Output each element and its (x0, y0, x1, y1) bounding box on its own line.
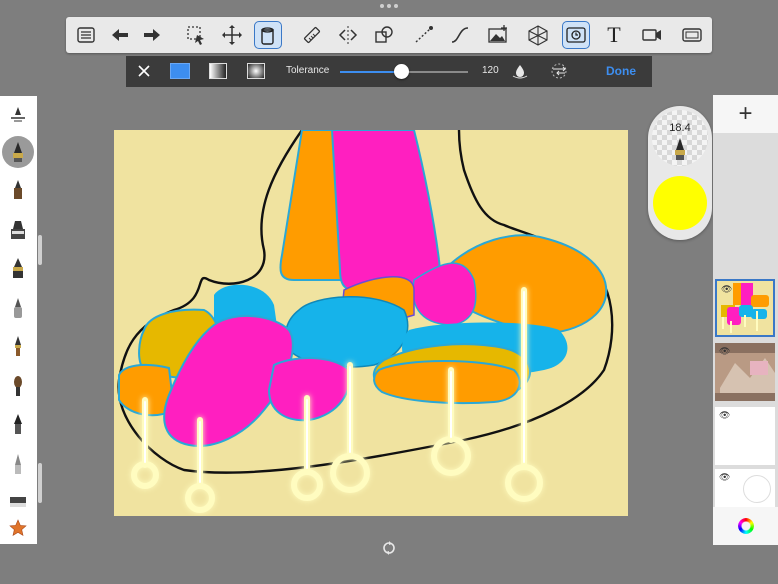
color-wheel-button[interactable] (713, 507, 778, 545)
selection-icon[interactable] (182, 21, 210, 49)
video-icon[interactable] (638, 21, 666, 49)
smudge-brush-icon[interactable] (6, 452, 30, 476)
brush-size-value: 18.4 (669, 122, 691, 134)
transform-icon[interactable] (218, 21, 246, 49)
layers-panel: + 👁 👁 👁 👁 (713, 95, 778, 545)
brush-palette (0, 96, 37, 544)
time-lapse-icon[interactable] (562, 21, 590, 49)
canvas-reset-icon[interactable] (382, 541, 396, 555)
solid-fill-icon[interactable] (170, 61, 190, 81)
palette-scroll-handle[interactable] (38, 235, 42, 265)
brush-settings-icon[interactable] (6, 102, 30, 126)
tolerance-slider-knob[interactable] (394, 64, 410, 79)
done-button[interactable]: Done (606, 64, 636, 78)
perspective-icon[interactable] (524, 21, 552, 49)
main-toolbar: T (66, 17, 712, 53)
symmetry-icon[interactable] (334, 21, 362, 49)
brush-size-color-puck: 18.4 (648, 106, 712, 240)
ruler-icon[interactable] (298, 21, 326, 49)
current-color-swatch[interactable] (653, 176, 707, 230)
close-icon[interactable] (134, 61, 154, 81)
fill-bucket-icon[interactable] (254, 21, 282, 49)
tolerance-value: 120 (482, 65, 499, 76)
layer-visibility-eye-icon-3[interactable]: 👁 (719, 410, 730, 421)
layer-visibility-eye-icon-1[interactable]: 👁 (721, 284, 732, 295)
paint-brush-icon[interactable] (6, 334, 30, 358)
marker-brush-icon[interactable] (6, 218, 30, 242)
layer-thumbnail-1[interactable]: 👁 (715, 279, 775, 337)
ink-pen-brush-icon[interactable] (6, 256, 30, 280)
toolbar-grab-handle[interactable] (380, 4, 398, 10)
list-icon[interactable] (72, 21, 100, 49)
current-brush-icon (675, 138, 685, 160)
magenta-shape-top (330, 130, 441, 291)
brush-size-preview[interactable]: 18.4 (652, 110, 708, 166)
frame-icon[interactable] (678, 21, 706, 49)
curve-icon[interactable] (446, 21, 474, 49)
color-wheel-icon (737, 518, 754, 534)
image-icon[interactable] (484, 21, 512, 49)
canvas-artwork (117, 130, 614, 513)
shapes-icon[interactable] (370, 21, 398, 49)
pencil-brush-icon[interactable] (6, 178, 30, 202)
tolerance-slider-fill (340, 71, 402, 73)
fill-options-bar: Tolerance 120 Done (126, 56, 652, 87)
tolerance-label: Tolerance (286, 65, 330, 76)
layer-visibility-eye-icon-2[interactable]: 👁 (719, 346, 730, 357)
linear-gradient-icon[interactable] (208, 61, 228, 81)
stroke-icon[interactable] (410, 21, 438, 49)
layer-thumbnail-2[interactable]: 👁 (715, 343, 775, 401)
sample-layers-icon[interactable] (510, 61, 530, 81)
eraser-brush-icon[interactable] (6, 490, 30, 514)
orange-shape-lower-right (373, 360, 521, 405)
favorite-brushes-star-icon[interactable] (6, 516, 30, 540)
selected-brush-icon[interactable] (2, 136, 34, 168)
redo-icon[interactable] (138, 21, 166, 49)
palette-scroll-handle-lower[interactable] (38, 463, 42, 503)
layer-4-content (743, 475, 771, 503)
calligraphy-brush-icon[interactable] (6, 412, 30, 436)
fill-mode-toggle-icon[interactable] (548, 61, 570, 81)
round-brush-icon[interactable] (6, 374, 30, 398)
add-layer-button[interactable]: + (713, 95, 778, 133)
layer-thumbnail-3[interactable]: 👁 (715, 407, 775, 465)
layer-visibility-eye-icon-4[interactable]: 👁 (719, 472, 730, 483)
text-icon[interactable]: T (600, 21, 628, 49)
cyan-shape-center (284, 296, 409, 368)
drawing-canvas[interactable] (114, 130, 628, 516)
undo-icon[interactable] (106, 21, 134, 49)
airbrush-icon[interactable] (6, 296, 30, 320)
radial-gradient-icon[interactable] (246, 61, 266, 81)
